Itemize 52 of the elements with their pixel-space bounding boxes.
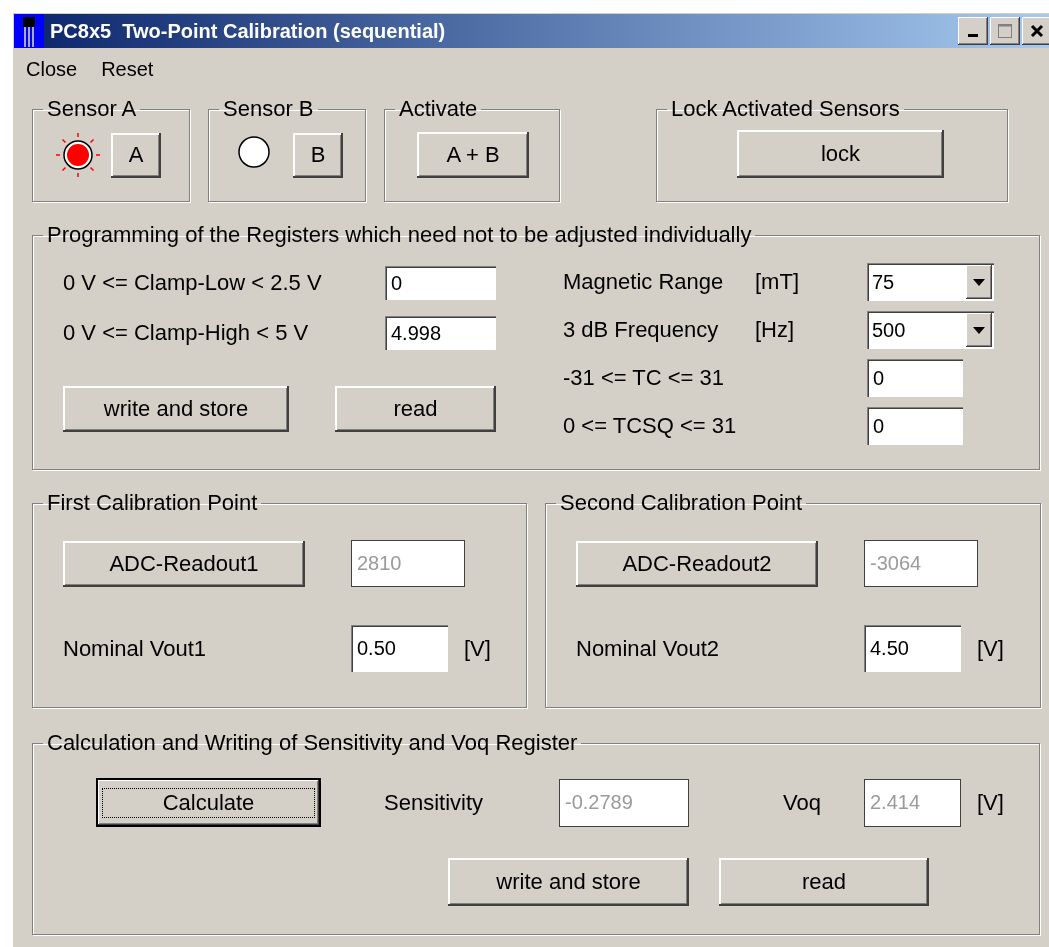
close-button[interactable] [1022,17,1049,45]
maximize-button[interactable] [990,17,1020,45]
transistor-icon [14,14,44,48]
button[interactable]: write and store [448,858,689,906]
unit-label: [Hz] [755,317,796,343]
field-label: Sensitivity [384,789,485,816]
maximize-icon [997,23,1013,39]
button[interactable]: A + B [417,132,529,178]
field-label: 0 <= TCSQ <= 31 [563,413,738,439]
unit-label: [V] [977,789,1004,816]
field-label: Voq [783,789,822,816]
input-field[interactable]: 0.50 [351,625,448,672]
button[interactable]: ADC-Readout1 [63,540,305,587]
dropdown[interactable]: 75 [867,263,994,301]
button[interactable]: read [335,386,496,432]
input-field[interactable]: 0 [867,359,963,397]
calculate-button[interactable]: Calculate [96,778,321,827]
field-label: Magnetic Range [563,269,725,295]
field-label: 0 V <= Clamp-High < 5 V [63,320,310,346]
minimize-icon [968,34,978,37]
field-label: 3 dB Frequency [563,317,720,343]
field-label: Nominal Vout2 [576,635,721,662]
input-field[interactable]: 0 [867,407,963,445]
minimize-button[interactable] [958,17,988,45]
input-field[interactable]: 4.998 [385,316,496,350]
unit-label: [V] [977,635,1004,662]
button[interactable]: read [719,858,929,906]
button[interactable]: B [293,132,343,178]
button[interactable]: write and store [63,386,289,432]
group-title: Activate [398,96,479,122]
button[interactable]: ADC-Readout2 [576,540,818,587]
dropdown[interactable]: 500 [867,311,994,349]
field-label: Nominal Vout1 [63,635,208,662]
close-icon [1030,24,1044,38]
button[interactable]: A [111,132,161,178]
field-label: 0 V <= Clamp-Low < 2.5 V [63,270,323,296]
menu-item[interactable]: Reset [101,58,154,88]
unit-label: [V] [464,635,491,662]
button[interactable]: lock [737,130,944,178]
window-title: PC8x5 Two-Point Calibration (sequential) [50,19,447,43]
group-title: First Calibration Point [46,490,259,516]
menu-item[interactable]: Close [26,58,78,88]
field-label: -31 <= TC <= 31 [563,365,726,391]
group-title: Lock Activated Sensors [670,96,901,122]
unit-label: [mT] [755,269,800,295]
group-title: Second Calibration Point [559,490,804,516]
group-title: Sensor B [222,96,315,122]
input-field[interactable]: 4.50 [864,625,961,672]
group-title: Sensor A [46,96,138,122]
input-field[interactable]: 0 [385,266,496,300]
group-title: Calculation and Writing of Sensitivity and Voq Register [46,730,579,756]
group-title: Programming of the Registers which need not to be adjusted individually [46,222,753,248]
